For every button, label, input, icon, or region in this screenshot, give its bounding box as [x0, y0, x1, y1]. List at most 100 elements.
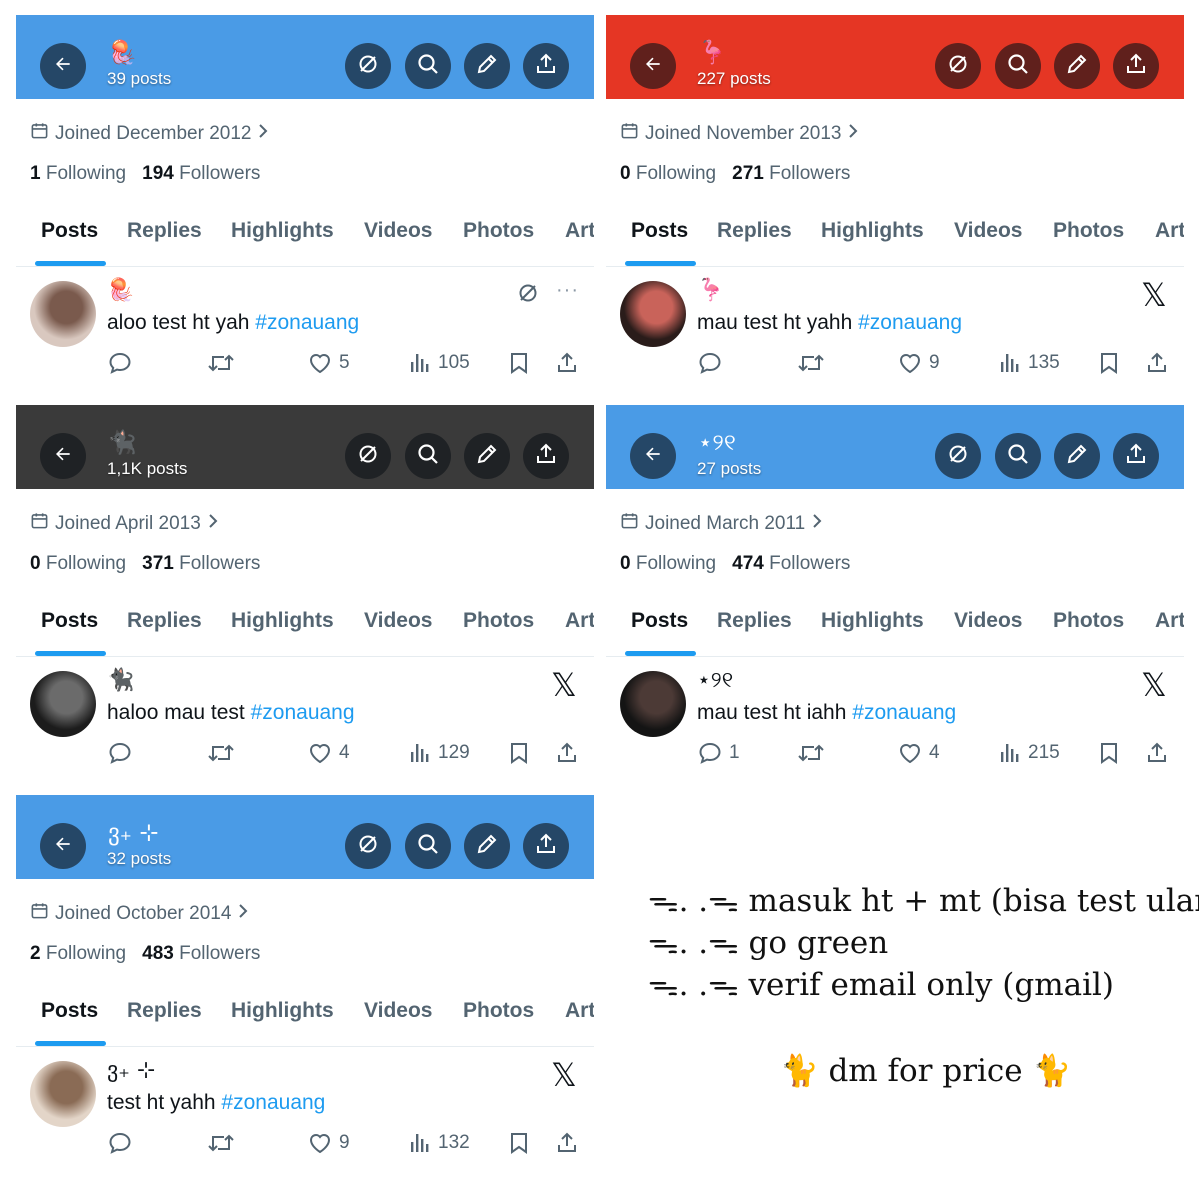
grok-button[interactable]	[345, 43, 391, 89]
avatar[interactable]	[620, 671, 686, 737]
tab-art[interactable]: Art	[565, 609, 594, 633]
tab-art[interactable]: Art	[1155, 219, 1184, 243]
following-link[interactable]: 0 Following	[620, 163, 716, 185]
tab-highlights[interactable]: Highlights	[821, 609, 924, 633]
following-link[interactable]: 2 Following	[30, 943, 126, 965]
views-button[interactable]: 132	[408, 1131, 470, 1155]
repost-button[interactable]	[206, 1131, 236, 1155]
tab-replies[interactable]: Replies	[717, 609, 792, 633]
share-post-button[interactable]	[1145, 351, 1169, 375]
share-button[interactable]	[523, 433, 569, 479]
followers-link[interactable]: 194 Followers	[142, 163, 260, 185]
reply-button[interactable]	[107, 351, 139, 375]
more-options-icon[interactable]: ···	[556, 279, 579, 302]
pinned-post[interactable]: ⋆୨୧ mau test ht iahh #zonauang 𝕏 1 4 215	[606, 657, 1184, 785]
tab-posts[interactable]: Posts	[41, 609, 98, 633]
following-link[interactable]: 1 Following	[30, 163, 126, 185]
bookmark-button[interactable]	[1098, 741, 1120, 765]
followers-link[interactable]: 371 Followers	[142, 553, 260, 575]
repost-button[interactable]	[206, 741, 236, 765]
bookmark-button[interactable]	[508, 1131, 530, 1155]
reply-button[interactable]	[107, 1131, 139, 1155]
tab-posts[interactable]: Posts	[631, 219, 688, 243]
reply-button[interactable]: 1	[697, 741, 740, 765]
avatar[interactable]	[30, 1061, 96, 1127]
avatar[interactable]	[620, 281, 686, 347]
tab-photos[interactable]: Photos	[463, 219, 534, 243]
repost-button[interactable]	[796, 351, 826, 375]
tab-posts[interactable]: Posts	[41, 999, 98, 1023]
search-button[interactable]	[405, 43, 451, 89]
share-post-button[interactable]	[555, 351, 579, 375]
following-link[interactable]: 0 Following	[30, 553, 126, 575]
tab-videos[interactable]: Videos	[364, 609, 432, 633]
like-button[interactable]: 4	[897, 741, 940, 765]
joined-date[interactable]: Joined December 2012	[30, 121, 269, 146]
share-post-button[interactable]	[555, 741, 579, 765]
bookmark-button[interactable]	[508, 741, 530, 765]
hashtag-link[interactable]: #zonauang	[221, 1091, 325, 1114]
back-button[interactable]	[40, 433, 86, 479]
share-button[interactable]	[523, 823, 569, 869]
joined-date[interactable]: Joined October 2014	[30, 901, 249, 926]
tab-photos[interactable]: Photos	[463, 609, 534, 633]
grok-button[interactable]	[935, 433, 981, 479]
repost-button[interactable]	[206, 351, 236, 375]
back-button[interactable]	[40, 43, 86, 89]
tab-art[interactable]: Art	[565, 219, 594, 243]
like-button[interactable]: 5	[307, 351, 350, 375]
hashtag-link[interactable]: #zonauang	[858, 311, 962, 334]
pinned-post[interactable]: ვ₊ ⊹ test ht yahh #zonauang 𝕏 9 132	[16, 1047, 594, 1175]
reply-button[interactable]	[697, 351, 729, 375]
tab-videos[interactable]: Videos	[954, 609, 1022, 633]
share-button[interactable]	[523, 43, 569, 89]
tab-highlights[interactable]: Highlights	[231, 609, 334, 633]
avatar[interactable]	[30, 281, 96, 347]
share-post-button[interactable]	[1145, 741, 1169, 765]
grok-button[interactable]	[935, 43, 981, 89]
pinned-post[interactable]: 🦩 mau test ht yahh #zonauang 𝕏 9 135	[606, 267, 1184, 395]
like-button[interactable]: 9	[307, 1131, 350, 1155]
search-button[interactable]	[405, 823, 451, 869]
edit-button[interactable]	[464, 43, 510, 89]
following-link[interactable]: 0 Following	[620, 553, 716, 575]
hashtag-link[interactable]: #zonauang	[852, 701, 956, 724]
tab-photos[interactable]: Photos	[1053, 609, 1124, 633]
tab-art[interactable]: Art	[1155, 609, 1184, 633]
joined-date[interactable]: Joined April 2013	[30, 511, 219, 536]
back-button[interactable]	[630, 43, 676, 89]
reply-button[interactable]	[107, 741, 139, 765]
like-button[interactable]: 9	[897, 351, 940, 375]
followers-link[interactable]: 271 Followers	[732, 163, 850, 185]
bookmark-button[interactable]	[508, 351, 530, 375]
edit-button[interactable]	[1054, 43, 1100, 89]
tab-videos[interactable]: Videos	[364, 219, 432, 243]
views-button[interactable]: 135	[998, 351, 1060, 375]
tab-photos[interactable]: Photos	[1053, 219, 1124, 243]
pinned-post[interactable]: 🪼 aloo test ht yah #zonauang ··· 5 105	[16, 267, 594, 395]
tab-replies[interactable]: Replies	[717, 219, 792, 243]
tab-replies[interactable]: Replies	[127, 609, 202, 633]
search-button[interactable]	[405, 433, 451, 479]
pinned-post[interactable]: 🐈‍⬛ haloo mau test #zonauang 𝕏 4 129	[16, 657, 594, 785]
hashtag-link[interactable]: #zonauang	[251, 701, 355, 724]
like-button[interactable]: 4	[307, 741, 350, 765]
tab-art[interactable]: Art	[565, 999, 594, 1023]
search-button[interactable]	[995, 43, 1041, 89]
grok-button[interactable]	[345, 433, 391, 479]
tab-highlights[interactable]: Highlights	[821, 219, 924, 243]
tab-highlights[interactable]: Highlights	[231, 219, 334, 243]
search-button[interactable]	[995, 433, 1041, 479]
share-button[interactable]	[1113, 43, 1159, 89]
followers-link[interactable]: 483 Followers	[142, 943, 260, 965]
followers-link[interactable]: 474 Followers	[732, 553, 850, 575]
tab-replies[interactable]: Replies	[127, 999, 202, 1023]
tab-videos[interactable]: Videos	[364, 999, 432, 1023]
tab-replies[interactable]: Replies	[127, 219, 202, 243]
back-button[interactable]	[630, 433, 676, 479]
tab-posts[interactable]: Posts	[41, 219, 98, 243]
bookmark-button[interactable]	[1098, 351, 1120, 375]
avatar[interactable]	[30, 671, 96, 737]
share-button[interactable]	[1113, 433, 1159, 479]
joined-date[interactable]: Joined November 2013	[620, 121, 859, 146]
